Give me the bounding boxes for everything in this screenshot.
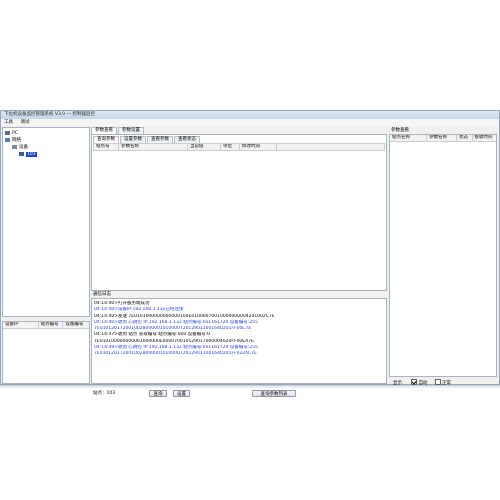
tree-node-103[interactable]: 103 (3, 151, 89, 158)
menu-item-tools[interactable]: 工具 (4, 120, 13, 125)
tab-param-view[interactable]: 参数查看 (91, 127, 117, 134)
device-icon (19, 151, 24, 156)
menu-bar: 工具 测试 (1, 119, 499, 126)
tree-node-label: 设备 (19, 145, 28, 150)
col-device-ip[interactable]: 设备IP (3, 322, 39, 328)
col-unit[interactable]: 单位 (221, 144, 240, 150)
log-title: 通信日志 (93, 292, 111, 297)
log-textbox[interactable]: 04:14:40>打开服务端成功 04:14:40>设备IP:192.168.1… (91, 298, 387, 384)
col-station-name[interactable]: 站点名称 (390, 135, 428, 141)
device-table-header: 设备IP 站点编号 设备编号 (3, 322, 89, 329)
tree-node-label: PC (12, 131, 18, 136)
network-icon (5, 137, 10, 142)
log-area: 通信日志 04:14:40>打开服务端成功 04:14:40>设备IP:192.… (91, 291, 387, 385)
title-bar: 下位机设备监控管理系统 V3.0 — 控制器监控 (1, 111, 499, 119)
right-panel-title: 参数查看 (391, 128, 409, 133)
col-station[interactable]: 站点号 (94, 144, 119, 150)
device-table: 设备IP 站点编号 设备编号 (2, 321, 90, 384)
right-table-header: 站点名称 参数名称 状态 接收时间 (390, 135, 496, 142)
tab-query-params[interactable]: 查询参数 (93, 136, 119, 143)
tree-node-label-selected: 103 (26, 152, 37, 157)
log-line: 7E01012017200100280000010100007201290110… (94, 351, 257, 357)
computer-icon (5, 130, 10, 135)
taskbar-strip (0, 385, 500, 388)
tree-node-device[interactable]: 设备 (3, 144, 89, 151)
col-current-value[interactable]: 当前值 (188, 144, 221, 150)
query-param-list-button[interactable]: 查询参数列表 (252, 390, 296, 397)
col-receive-time[interactable]: 接收时间 (473, 135, 497, 141)
station-label: 站点：103 (93, 391, 116, 396)
right-table: 站点名称 参数名称 状态 接收时间 (389, 134, 497, 377)
tab-view-status[interactable]: 查看状态 (174, 136, 200, 143)
param-table-header: 站点号 参数名称 当前值 单位 修改时间 (93, 143, 385, 151)
param-area: 参数查看 参数设置 查询参数 设置参数 查看参数 查看状态 站点号 参数名称 当前值 单… (91, 127, 387, 291)
tab-view-params[interactable]: 查看参数 (147, 136, 173, 143)
menu-item-test[interactable]: 测试 (20, 120, 29, 125)
tree-node-label: 网络 (12, 138, 21, 143)
col-status[interactable]: 状态 (457, 135, 473, 141)
col-modified-time[interactable]: 修改时间 (240, 144, 277, 150)
col-station-no[interactable]: 站点编号 (39, 322, 64, 328)
tab-param-set[interactable]: 参数设置 (118, 127, 144, 134)
col-param-name[interactable]: 参数名称 (427, 135, 457, 141)
sub-tab-strip: 查询参数 设置参数 查看参数 查看状态 (93, 136, 386, 143)
col-param-name[interactable]: 参数名称 (119, 144, 188, 150)
app-window: 下位机设备监控管理系统 V3.0 — 控制器监控 工具 测试 PC 网络 设备 … (0, 110, 500, 397)
main-tab-strip: 参数查看 参数设置 (91, 127, 387, 134)
folder-icon (12, 144, 17, 149)
param-tab-content: 查询参数 设置参数 查看参数 查看状态 站点号 参数名称 当前值 单位 修改时间 (91, 134, 387, 291)
tree-node-pc[interactable]: PC (3, 130, 89, 137)
col-device-no[interactable]: 设备编号 (63, 322, 89, 328)
right-panel: 参数查看 站点名称 参数名称 状态 接收时间 (389, 127, 497, 377)
tree-node-network[interactable]: 网络 (3, 137, 89, 144)
tab-set-params[interactable]: 设置参数 (120, 136, 146, 143)
device-tree-panel: PC 网络 设备 103 (2, 127, 90, 317)
query-button[interactable]: 查询 (149, 390, 167, 397)
window-title: 下位机设备监控管理系统 V3.0 — 控制器监控 (4, 112, 96, 117)
set-button[interactable]: 设置 (173, 390, 190, 397)
